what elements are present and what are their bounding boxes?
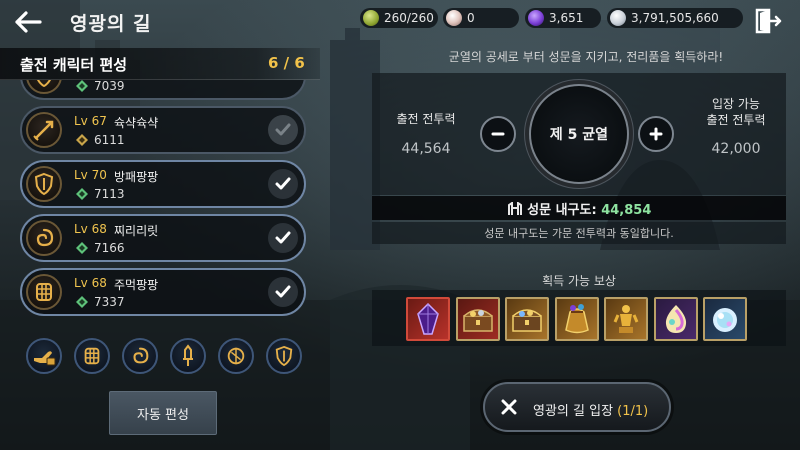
enter-button-count: (1/1) (617, 404, 649, 419)
shield-emblem-icon (26, 166, 62, 202)
fist-emblem-icon (26, 274, 62, 310)
reward-title: 획득 가능 보상 (542, 274, 616, 288)
swirl-emblem-icon (26, 220, 62, 256)
gate-durability-value: 44,854 (601, 203, 652, 218)
character-level: Lv 70 (74, 168, 107, 182)
rainbow-orb-icon[interactable] (654, 297, 698, 341)
check-icon (275, 177, 291, 190)
class-filter-row (26, 338, 316, 378)
gate-durability-note: 성문 내구도는 가문 전투력과 동일합니다. (372, 222, 786, 244)
character-list[interactable]: 7039 Lv 67 슉샥슉샥 6111 Lv 70 방패팡팡 7113 Lv … (18, 80, 308, 330)
page-title: 영광의 길 (70, 13, 152, 35)
silver-coin-icon (610, 10, 626, 26)
arrow-left-icon (15, 11, 42, 33)
character-name: 주먹팡팡 (114, 278, 159, 292)
wave-increase-button[interactable] (638, 116, 674, 152)
resource-gem-value: 3,651 (549, 11, 584, 25)
back-button[interactable] (10, 6, 46, 38)
power-icon (76, 296, 88, 308)
panel-count: 6 / 6 (268, 54, 305, 72)
exit-button[interactable] (754, 8, 782, 34)
gate-icon (507, 201, 522, 215)
pearl-icon (446, 10, 462, 26)
swirl-class-icon[interactable] (122, 338, 158, 374)
power-icon (76, 134, 88, 146)
character-name: 슉샥슉샥 (114, 116, 159, 130)
check-icon (275, 285, 291, 298)
gate-durability: 성문 내구도: 44,854 (372, 199, 786, 218)
orb-class-icon[interactable] (218, 338, 254, 374)
select-checkbox[interactable] (268, 169, 298, 199)
hand-class-icon[interactable] (26, 338, 62, 374)
gate-durability-label: 성문 내구도: (527, 203, 602, 218)
treasure-chest-gold-icon[interactable] (505, 297, 549, 341)
character-power: 7039 (94, 80, 125, 93)
shield-emblem-icon (26, 80, 62, 94)
character-card[interactable]: Lv 68 주먹팡팡 7337 (20, 268, 306, 316)
mission-text: 균열의 공세로 부터 성문을 지키고, 전리품을 획득하라! (448, 50, 724, 64)
exit-door-icon (755, 8, 782, 34)
character-level: Lv 68 (74, 222, 107, 236)
enter-button-text: 영광의 길 입장 (533, 404, 618, 419)
resource-pearl-value: 0 (467, 11, 475, 25)
check-icon (275, 123, 291, 136)
check-icon (275, 231, 291, 244)
character-power: 7113 (94, 187, 125, 201)
required-power-label-line1: 입장 가능 (712, 97, 760, 111)
purple-crystal-icon[interactable] (406, 297, 450, 341)
deploy-power-value: 44,564 (401, 141, 451, 157)
required-power-value: 42,000 (711, 141, 761, 157)
resource-gem[interactable]: 3,651 (525, 8, 601, 28)
minus-icon (491, 132, 505, 136)
resource-pearl[interactable]: 0 (443, 8, 519, 28)
resource-stamina-value: 260/260 (384, 11, 434, 25)
character-card[interactable]: Lv 68 찌리리릿 7166 (20, 214, 306, 262)
character-name: 찌리리릿 (114, 224, 159, 238)
shield-class-icon[interactable] (266, 338, 302, 374)
character-level: Lv 67 (74, 114, 107, 128)
select-checkbox[interactable] (268, 277, 298, 307)
character-card[interactable]: Lv 70 방패팡팡 7113 (20, 160, 306, 208)
auto-formation-button[interactable]: 자동 편성 (109, 391, 217, 435)
treasure-chest-icon[interactable] (456, 297, 500, 341)
character-power: 7166 (94, 241, 125, 255)
character-card[interactable]: 7039 (20, 80, 306, 100)
crystal-orb-icon[interactable] (703, 297, 747, 341)
select-checkbox[interactable] (268, 115, 298, 145)
character-card[interactable]: Lv 67 슉샥슉샥 6111 (20, 106, 306, 154)
power-icon (76, 188, 88, 200)
character-power: 7337 (94, 295, 125, 309)
deploy-power-label: 출전 전투력 (396, 112, 456, 126)
wave-decrease-button[interactable] (480, 116, 516, 152)
plus-icon (649, 127, 663, 141)
golden-trophy-icon[interactable] (604, 297, 648, 341)
fist-class-icon[interactable] (74, 338, 110, 374)
spear-emblem-icon (26, 112, 62, 148)
required-power-label-line2: 출전 전투력 (706, 113, 766, 127)
sword-class-icon[interactable] (170, 338, 206, 374)
character-level: Lv 68 (74, 276, 107, 290)
close-icon (501, 399, 517, 415)
wave-label: 제 5 균열 (549, 127, 609, 143)
resource-silver[interactable]: 3,791,505,660 (607, 8, 743, 28)
resource-silver-value: 3,791,505,660 (631, 11, 719, 25)
resource-stamina[interactable]: 260/260 (360, 8, 438, 28)
enter-button-label: 영광의 길 입장 (1/1) (533, 400, 648, 419)
character-power: 6111 (94, 133, 125, 147)
select-checkbox[interactable] (268, 223, 298, 253)
purple-gem-icon (528, 10, 544, 26)
power-icon (76, 242, 88, 254)
pouch-icon[interactable] (555, 297, 599, 341)
panel-title: 출전 캐릭터 편성 (20, 56, 128, 74)
leaf-coin-icon (363, 10, 379, 26)
power-icon (76, 80, 88, 92)
character-name: 방패팡팡 (114, 170, 159, 184)
required-power-label: 입장 가능 출전 전투력 (688, 96, 784, 128)
